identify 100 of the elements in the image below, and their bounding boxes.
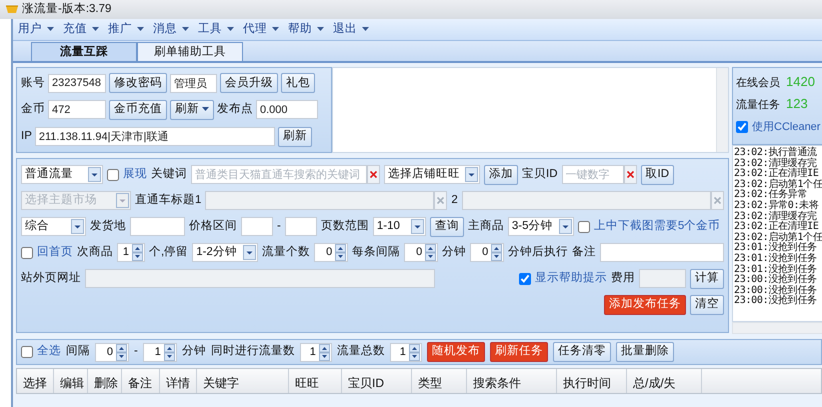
input-field[interactable] [600,243,724,262]
spin-field[interactable]: 0 [470,243,504,262]
input-field[interactable] [241,217,273,236]
column-header[interactable]: 搜索条件 [467,369,557,393]
push-button[interactable]: 刷新 [278,126,312,147]
column-header[interactable]: 关键字 [197,369,289,393]
caret-icon[interactable] [558,219,572,234]
input-field[interactable]: 管理员 [170,74,217,93]
tab[interactable]: 刷单辅助工具 [137,42,243,61]
caret-icon[interactable] [88,167,101,182]
dropdown[interactable]: 1-10 [372,217,426,236]
spin-arrows-icon[interactable] [116,344,127,360]
caret-icon [92,27,99,32]
column-header[interactable]: 类型 [412,369,467,393]
checkbox[interactable] [519,272,531,284]
spin-arrows-icon[interactable] [318,344,330,360]
push-button[interactable]: 批量删除 [616,342,674,362]
spin-arrows-icon[interactable] [425,244,436,261]
push-button[interactable]: 计算 [690,268,724,288]
spin-arrows-icon[interactable] [335,244,346,261]
field-label: 账号 [21,76,45,91]
push-button[interactable]: 礼包 [281,73,315,94]
log-line: 23:02:异常0:未将 [734,200,820,211]
checkbox[interactable] [107,168,119,180]
input-field[interactable]: 一键数字 [562,165,624,184]
menu-item[interactable]: 退出 [333,20,369,38]
caret-icon [272,27,279,32]
menu-item[interactable]: 帮助 [288,20,324,38]
column-header[interactable]: 选择 [17,369,54,393]
checkbox[interactable] [578,220,590,232]
input-field[interactable]: 普通类目天猫直通车搜索的关键词 [191,165,367,184]
dropdown[interactable]: 综合 [21,217,86,236]
dropdown[interactable]: 选择店铺旺旺 [384,165,480,184]
input-field[interactable]: 472 [48,100,106,120]
field-label: 发布点 [217,102,253,118]
push-button[interactable]: 修改密码 [109,73,167,94]
push-button[interactable]: 查询 [430,216,464,236]
input-field[interactable]: 211.138.11.94|天津市|联通 [34,127,275,146]
column-header[interactable]: 删除 [88,369,122,393]
spin-field[interactable]: 0 [95,342,129,362]
input-field[interactable]: 23237548 [48,74,106,93]
caret-icon[interactable] [410,219,424,234]
spin-field[interactable]: 0 [404,243,438,262]
push-button[interactable]: 添加发布任务 [604,294,686,314]
push-button[interactable]: 添加 [484,164,518,184]
spin-arrows-icon[interactable] [132,244,143,261]
spin-arrows-icon[interactable] [164,344,175,360]
spin-arrows-icon[interactable] [408,344,420,360]
menu-item[interactable]: 用户 [18,20,54,38]
push-button[interactable]: 随机发布 [426,342,485,362]
push-button[interactable]: 取ID [640,164,674,184]
log-line: 23:00:没抢到任务 [734,286,818,296]
spin-field[interactable]: 1 [300,342,332,362]
dropdown[interactable]: 普通流量 [21,165,103,184]
checkbox[interactable] [21,246,33,258]
column-header[interactable]: 宝贝ID [342,369,412,393]
field-label: 流量个数 [262,244,310,260]
caret-icon[interactable] [71,219,84,234]
spin-field[interactable]: 1 [117,243,145,262]
clear-icon[interactable] [624,165,636,184]
spin-field[interactable]: 1 [390,342,422,362]
caret-icon[interactable] [465,167,478,182]
input-field[interactable] [130,217,185,236]
scrollbar[interactable] [732,322,822,334]
spin-arrows-icon[interactable] [491,244,502,261]
column-header[interactable]: 编辑 [54,369,88,393]
menu-item[interactable]: 消息 [153,20,189,38]
push-button[interactable]: 清空 [690,294,724,314]
column-header[interactable]: 总/成/失 [627,369,702,393]
checkbox[interactable] [21,346,33,358]
dropdown-button[interactable]: 刷新 [170,100,214,120]
dropdown[interactable]: 3-5分钟 [508,217,574,236]
input-field[interactable] [284,217,317,236]
caret-icon[interactable] [243,245,256,260]
column-header[interactable]: 旺旺 [289,369,342,393]
column-header[interactable]: 执行时间 [557,369,627,393]
push-button[interactable]: 会员升级 [220,73,278,94]
field-label: IP [21,129,32,144]
menu-item[interactable]: 充值 [63,20,99,38]
field-label: 金币 [21,101,45,118]
push-button[interactable]: 金币充值 [109,100,167,120]
column-header[interactable]: 备注 [122,369,160,393]
menu-item[interactable]: 工具 [198,20,234,38]
menu-item[interactable]: 推广 [108,20,144,38]
tab[interactable]: 流量互踩 [31,42,137,61]
scrollbar[interactable] [716,68,728,152]
spin-field[interactable]: 1 [142,342,177,362]
field-label: - [134,344,138,360]
field-label: 间隔 [66,344,90,360]
clear-icon[interactable] [367,165,380,184]
push-button[interactable]: 任务清零 [552,342,611,362]
stat-label: 流量任务 [736,98,780,112]
push-button[interactable]: 刷新任务 [490,342,548,362]
dropdown[interactable]: 1-2分钟 [192,243,258,262]
input-field[interactable]: 0.000 [256,100,318,120]
log-line: 23:02:启动第1个任 [734,180,822,190]
spin-field[interactable]: 0 [314,243,348,262]
column-header[interactable]: 详情 [160,369,197,393]
checkbox[interactable] [736,121,748,134]
menu-item[interactable]: 代理 [243,20,279,38]
